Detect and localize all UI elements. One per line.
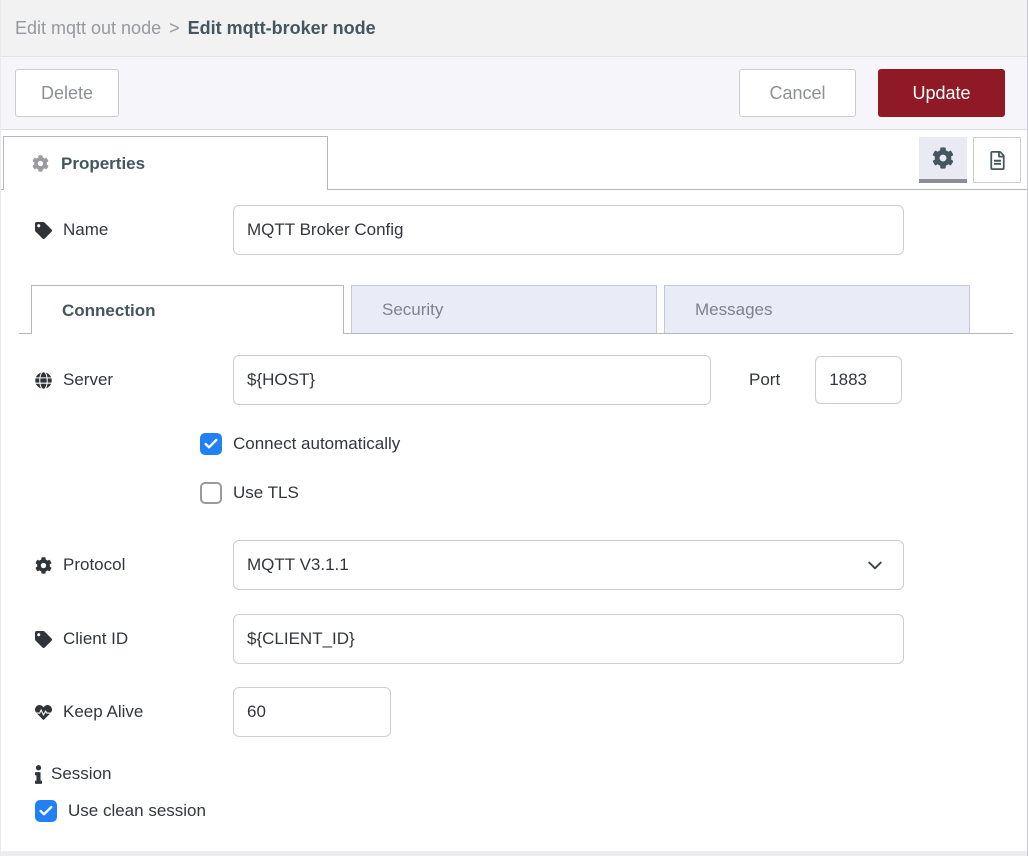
document-icon xyxy=(988,151,1007,170)
protocol-select[interactable]: MQTT V3.1.1 xyxy=(233,540,904,590)
use-tls-row: Use TLS xyxy=(35,482,993,504)
clean-session-checkbox[interactable] xyxy=(35,800,57,822)
edit-mqtt-broker-dialog: Edit mqtt out node > Edit mqtt-broker no… xyxy=(0,0,1028,856)
protocol-row: Protocol MQTT V3.1.1 xyxy=(35,540,993,590)
port-input[interactable] xyxy=(815,356,902,404)
info-icon xyxy=(35,765,42,784)
tag-icon xyxy=(35,222,52,239)
server-label: Server xyxy=(35,370,233,390)
server-row: Server Port xyxy=(35,355,993,405)
tab-properties[interactable]: Properties xyxy=(3,136,328,190)
gear-icon xyxy=(32,155,49,172)
node-description-button[interactable] xyxy=(973,137,1021,183)
broker-subtabs: Connection Security Messages xyxy=(19,285,1013,334)
connect-auto-checkbox[interactable] xyxy=(200,433,222,455)
gear-icon xyxy=(932,147,954,169)
cancel-button[interactable]: Cancel xyxy=(739,69,856,117)
clean-session-label[interactable]: Use clean session xyxy=(68,801,206,821)
tag-icon xyxy=(35,631,52,648)
connect-auto-label[interactable]: Connect automatically xyxy=(233,434,400,454)
protocol-label: Protocol xyxy=(35,555,233,575)
protocol-selected-value: MQTT V3.1.1 xyxy=(247,555,349,575)
tray-icon-buttons xyxy=(919,137,1021,183)
node-settings-button[interactable] xyxy=(919,137,967,183)
tab-connection[interactable]: Connection xyxy=(31,285,344,334)
breadcrumb-separator: > xyxy=(169,18,180,39)
port-label: Port xyxy=(749,370,780,390)
tab-messages[interactable]: Messages xyxy=(664,285,970,333)
breadcrumb: Edit mqtt out node > Edit mqtt-broker no… xyxy=(1,0,1027,57)
checkmark-icon xyxy=(38,803,54,819)
action-button-bar: Delete Cancel Update xyxy=(1,57,1027,130)
name-label: Name xyxy=(35,220,233,240)
connect-auto-row: Connect automatically xyxy=(35,433,993,455)
server-input[interactable] xyxy=(233,355,711,405)
use-tls-label[interactable]: Use TLS xyxy=(233,483,299,503)
checkmark-icon xyxy=(203,436,219,452)
name-row: Name xyxy=(35,205,993,255)
tab-security[interactable]: Security xyxy=(351,285,657,333)
chevron-down-icon xyxy=(865,555,885,575)
keep-alive-label: Keep Alive xyxy=(35,702,233,722)
client-id-row: Client ID xyxy=(35,614,993,664)
breadcrumb-current: Edit mqtt-broker node xyxy=(188,18,376,39)
keep-alive-row: Keep Alive xyxy=(35,687,993,737)
tray-bottom-edge xyxy=(1,851,1027,856)
tray-toolbar: Properties xyxy=(1,130,1027,190)
client-id-input[interactable] xyxy=(233,614,904,664)
name-input[interactable] xyxy=(233,205,904,255)
globe-icon xyxy=(35,372,52,389)
gear-icon xyxy=(35,557,52,574)
update-button[interactable]: Update xyxy=(878,69,1005,117)
client-id-label: Client ID xyxy=(35,629,233,649)
use-tls-checkbox[interactable] xyxy=(200,482,222,504)
delete-button[interactable]: Delete xyxy=(15,69,119,117)
properties-tab-label: Properties xyxy=(61,154,145,174)
heartbeat-icon xyxy=(35,704,52,721)
keep-alive-input[interactable] xyxy=(233,687,391,737)
node-config-form: Name Connection Security Messages Server… xyxy=(1,190,1027,846)
breadcrumb-parent[interactable]: Edit mqtt out node xyxy=(15,18,161,39)
session-section-label: Session xyxy=(35,764,993,784)
clean-session-row: Use clean session xyxy=(35,800,993,822)
